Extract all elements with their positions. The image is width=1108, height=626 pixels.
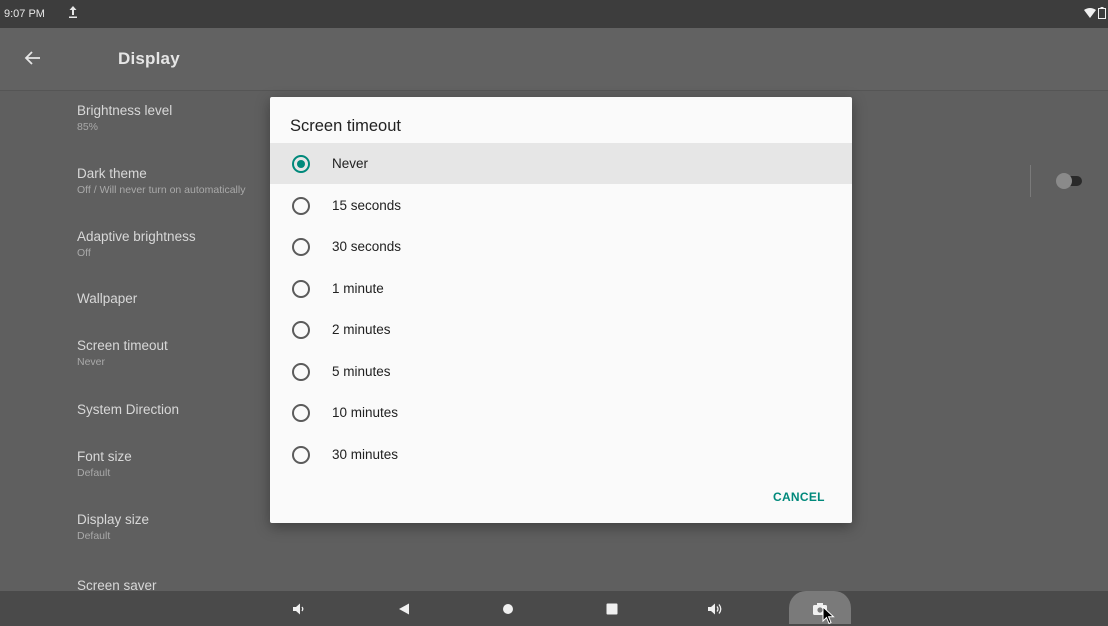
setting-font-size[interactable]: Font size Default [77, 449, 132, 479]
option-label: 30 minutes [332, 447, 399, 462]
volume-down-button[interactable] [279, 591, 319, 626]
status-bar: 9:07 PM [0, 0, 1108, 28]
wifi-icon [1084, 8, 1096, 18]
screen-timeout-dialog: Screen timeout Never 15 seconds 30 secon… [270, 97, 852, 523]
setting-summary: Never [77, 356, 106, 368]
toggle-thumb [1056, 173, 1072, 189]
volume-up-icon [708, 603, 722, 614]
option-label: 1 minute [332, 281, 384, 296]
setting-summary: Default [77, 467, 111, 479]
setting-summary: Off [77, 247, 91, 259]
setting-summary: 85% [77, 121, 99, 133]
setting-system-direction[interactable]: System Direction [77, 402, 179, 417]
setting-wallpaper[interactable]: Wallpaper [77, 291, 137, 306]
option-never[interactable]: Never [270, 143, 852, 184]
radio-button-checked[interactable] [292, 155, 310, 173]
setting-title: Font size [77, 449, 132, 464]
recents-icon [606, 603, 618, 614]
recents-button[interactable] [592, 591, 632, 626]
setting-summary: Off / Will never turn on automatically [77, 184, 246, 196]
option-2-minutes[interactable]: 2 minutes [270, 309, 852, 350]
dark-theme-toggle[interactable] [1054, 173, 1084, 189]
setting-title: Display size [77, 512, 150, 527]
option-15-seconds[interactable]: 15 seconds [270, 185, 852, 226]
app-bar: Display [0, 28, 1108, 91]
option-30-minutes[interactable]: 30 minutes [270, 434, 852, 475]
volume-up-button[interactable] [696, 591, 736, 626]
option-label: 5 minutes [332, 364, 391, 379]
radio-button[interactable] [292, 197, 310, 215]
radio-button[interactable] [292, 280, 310, 298]
option-label: 15 seconds [332, 198, 402, 213]
setting-title: Dark theme [77, 166, 147, 181]
upload-icon [69, 6, 77, 18]
home-button[interactable] [488, 591, 528, 626]
radio-button[interactable] [292, 446, 310, 464]
option-10-minutes[interactable]: 10 minutes [270, 392, 852, 433]
setting-title: Wallpaper [77, 291, 138, 306]
option-label: Never [332, 156, 369, 171]
option-1-minute[interactable]: 1 minute [270, 268, 852, 309]
setting-title: Adaptive brightness [77, 229, 196, 244]
navigation-bar [0, 591, 1108, 626]
setting-brightness-level[interactable]: Brightness level 85% [77, 103, 172, 133]
battery-icon [1098, 7, 1106, 19]
volume-down-icon [293, 603, 304, 614]
setting-title: System Direction [77, 402, 180, 417]
option-5-minutes[interactable]: 5 minutes [270, 351, 852, 392]
setting-display-size[interactable]: Display size Default [77, 512, 149, 542]
setting-adaptive-brightness[interactable]: Adaptive brightness Off [77, 229, 196, 259]
status-time: 9:07 PM [4, 8, 45, 20]
cancel-button[interactable]: CANCEL [773, 490, 825, 504]
setting-title: Brightness level [77, 103, 173, 118]
home-icon [503, 603, 513, 614]
back-button[interactable] [384, 591, 424, 626]
back-icon [399, 603, 409, 614]
setting-dark-theme[interactable]: Dark theme Off / Will never turn on auto… [77, 166, 245, 196]
radio-button[interactable] [292, 404, 310, 422]
dialog-title: Screen timeout [290, 117, 401, 135]
setting-title: Screen timeout [77, 338, 168, 353]
setting-summary: Default [77, 530, 111, 542]
radio-button[interactable] [292, 363, 310, 381]
option-label: 30 seconds [332, 239, 402, 254]
radio-button[interactable] [292, 321, 310, 339]
option-label: 2 minutes [332, 322, 391, 337]
back-arrow-icon[interactable] [23, 48, 43, 68]
page-title: Display [118, 49, 180, 68]
radio-button[interactable] [292, 238, 310, 256]
mouse-pointer-icon [822, 606, 835, 625]
option-30-seconds[interactable]: 30 seconds [270, 226, 852, 267]
setting-screen-timeout[interactable]: Screen timeout Never [77, 338, 168, 368]
option-label: 10 minutes [332, 405, 399, 420]
divider [1030, 165, 1031, 197]
